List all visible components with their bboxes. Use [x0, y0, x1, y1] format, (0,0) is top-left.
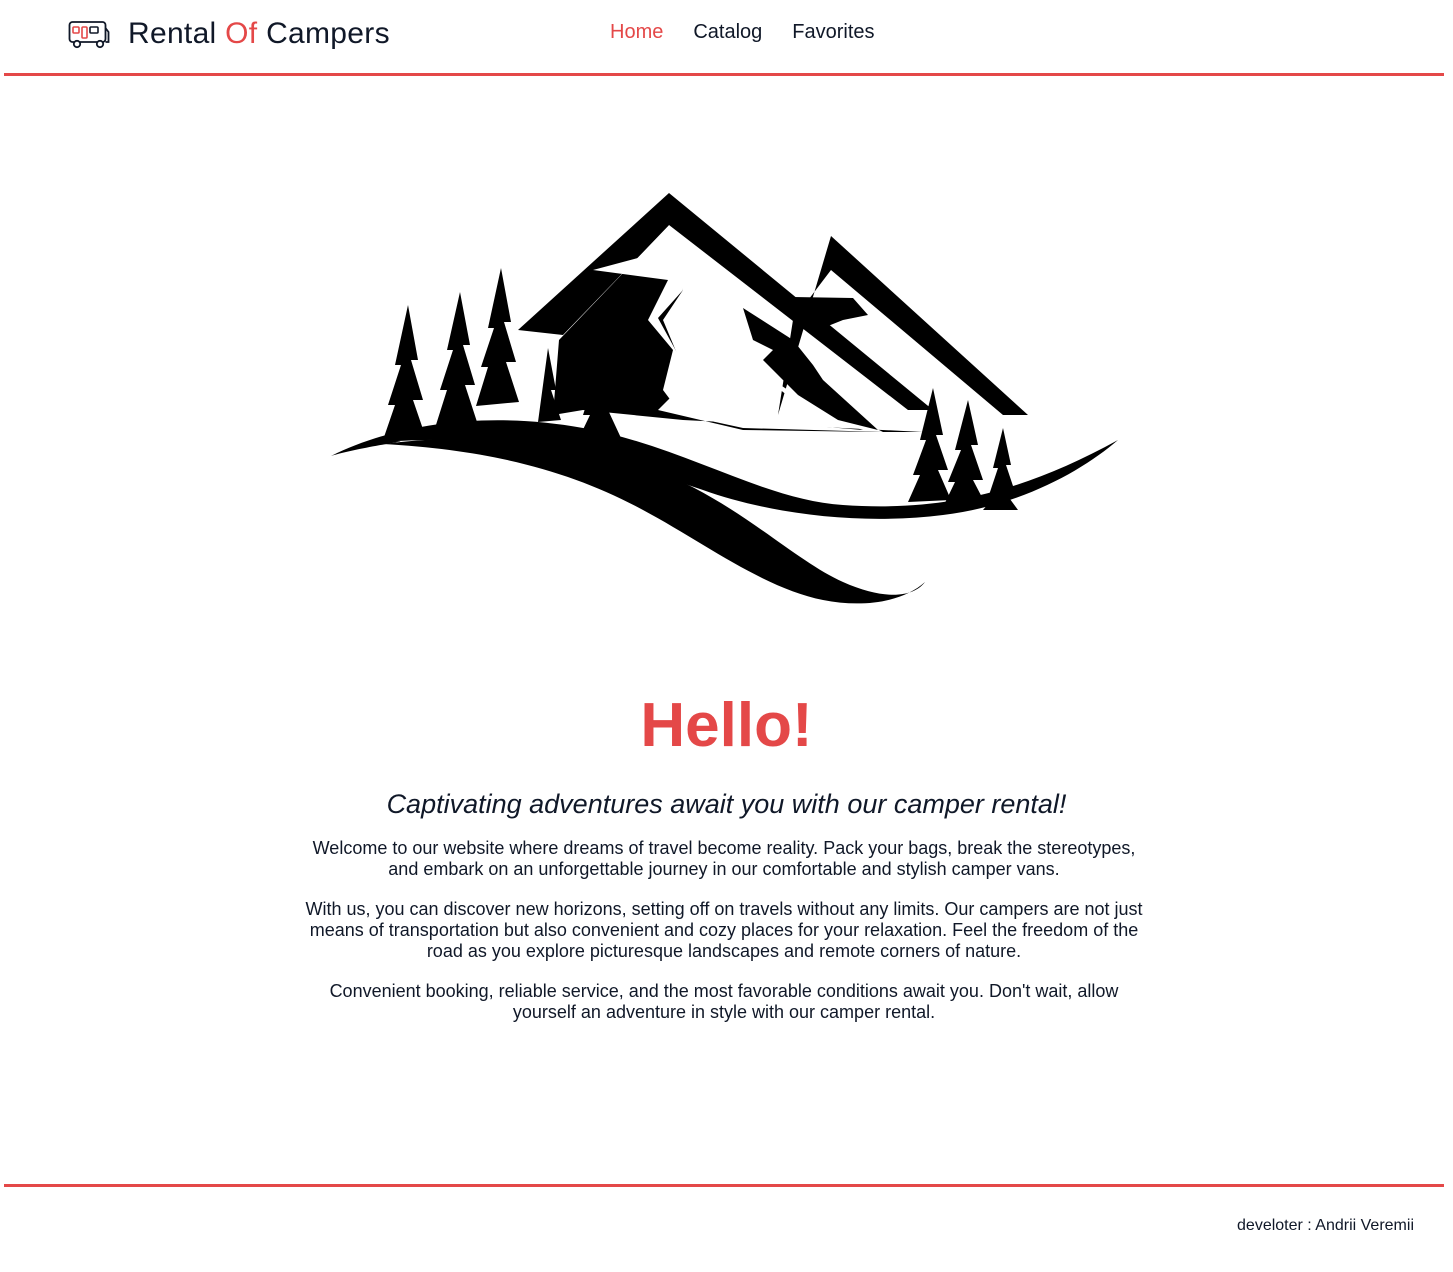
- hero-paragraph: Welcome to our website where dreams of t…: [312, 838, 1136, 879]
- logo-text-accent: Of: [225, 17, 258, 50]
- site-header: Rental Of Campers Home Catalog Favorites: [4, 0, 1444, 76]
- main-nav: Home Catalog Favorites: [610, 18, 875, 46]
- mountains-forest-logo-illustration: [331, 193, 1118, 604]
- hero-title: Hello!: [640, 691, 813, 760]
- hero-subtitle: Captivating adventures await you with ou…: [386, 789, 1067, 819]
- hero-paragraph: Convenient booking, reliable service, an…: [329, 981, 1119, 1022]
- nav-link-home[interactable]: Home: [610, 18, 663, 46]
- logo-link[interactable]: Rental Of Campers: [68, 14, 390, 54]
- developer-credit: develoter : Andrii Veremii: [1237, 1217, 1414, 1234]
- logo-text: Rental Of Campers: [128, 14, 390, 54]
- nav-link-favorites[interactable]: Favorites: [792, 18, 874, 46]
- hero-description: Welcome to our website where dreams of t…: [296, 838, 1152, 1042]
- hero-paragraph: With us, you can discover new horizons, …: [305, 899, 1143, 961]
- logo-text-part1: Rental: [128, 17, 226, 50]
- footer-divider: [4, 1184, 1444, 1187]
- camper-van-icon: [68, 21, 110, 49]
- logo-text-part2: Campers: [257, 17, 390, 50]
- nav-link-catalog[interactable]: Catalog: [693, 18, 762, 46]
